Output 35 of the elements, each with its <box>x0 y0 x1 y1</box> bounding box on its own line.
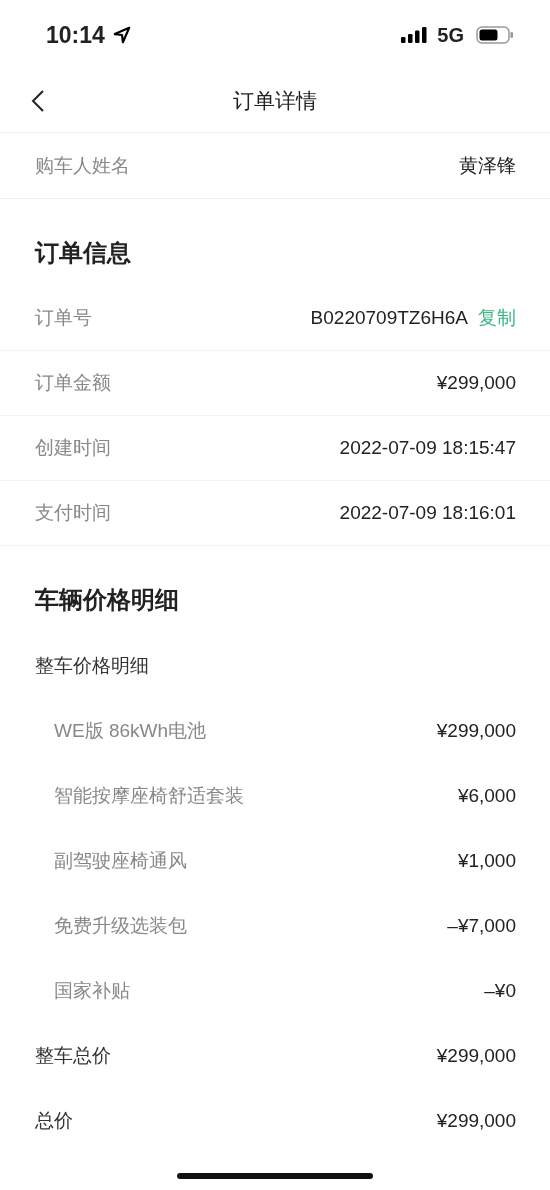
signal-icon <box>401 27 428 43</box>
row-label: 副驾驶座椅通风 <box>54 848 187 873</box>
battery-icon <box>476 26 514 44</box>
section-title: 订单信息 <box>33 238 132 268</box>
row-value: ¥299,000 <box>436 372 516 394</box>
row-value: 2022-07-09 18:15:47 <box>339 437 516 459</box>
row-label: 总价 <box>35 1108 73 1133</box>
back-icon[interactable] <box>31 89 45 113</box>
row-value: ¥299,000 <box>436 719 516 742</box>
row-value: ¥1,000 <box>457 849 516 872</box>
row-label: 整车总价 <box>35 1043 111 1068</box>
row-value: –¥7,000 <box>447 914 516 937</box>
row-value: 黄泽锋 <box>459 153 516 178</box>
row-label: 订单号 <box>35 306 92 330</box>
section-title: 车辆价格明细 <box>34 585 180 615</box>
row-label: WE版 86kWh电池 <box>54 718 207 743</box>
row-value: ¥6,000 <box>457 784 516 807</box>
row-value: –¥0 <box>484 979 516 1002</box>
network-type: 5G <box>437 23 464 47</box>
row-label: 整车价格明细 <box>35 653 149 678</box>
status-time: 10:14 <box>46 21 105 49</box>
row-label: 免费升级选装包 <box>54 913 187 938</box>
row-label: 订单金额 <box>35 371 111 395</box>
copy-link[interactable]: 复制 <box>478 305 516 331</box>
row-value: B0220709TZ6H6A <box>310 307 468 329</box>
row-label: 支付时间 <box>35 501 111 525</box>
location-arrow-icon <box>112 26 131 44</box>
row-label: 智能按摩座椅舒适套装 <box>54 783 244 808</box>
row-label: 购车人姓名 <box>35 153 130 178</box>
row-value: 2022-07-09 18:16:01 <box>339 502 516 524</box>
row-value: ¥299,000 <box>436 1044 516 1067</box>
row-label: 国家补贴 <box>54 978 130 1003</box>
page-title: 订单详情 <box>233 88 317 114</box>
row-label: 创建时间 <box>35 436 111 460</box>
row-value: ¥299,000 <box>436 1109 516 1132</box>
